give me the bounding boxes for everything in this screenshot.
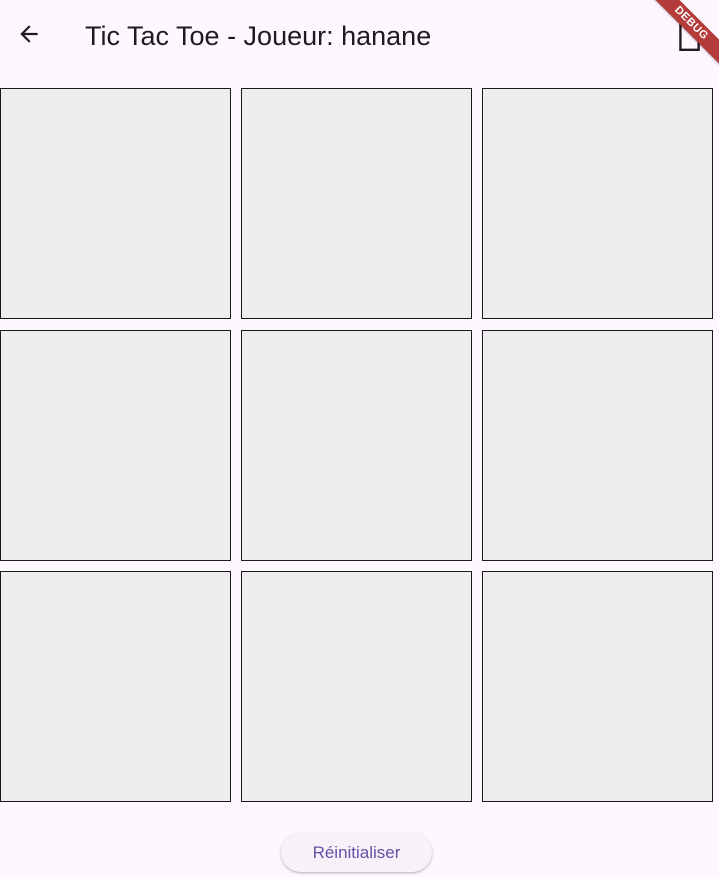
board-cell-4[interactable]: [0, 330, 231, 561]
board-cell-9[interactable]: [482, 571, 713, 802]
back-button[interactable]: [8, 13, 50, 55]
board-cell-1[interactable]: [0, 88, 231, 319]
board-cell-6[interactable]: [482, 330, 713, 561]
game-board: [0, 88, 719, 803]
reset-button[interactable]: Réinitialiser: [281, 833, 432, 872]
arrow-left-icon: [20, 25, 38, 43]
app-bar: Tic Tac Toe - Joueur: hanane: [0, 0, 719, 76]
board-cell-7[interactable]: [0, 571, 231, 802]
document-icon: [679, 22, 700, 52]
board-cell-5[interactable]: [241, 330, 472, 561]
board-cell-8[interactable]: [241, 571, 472, 802]
board-cell-2[interactable]: [241, 88, 472, 319]
document-button[interactable]: [671, 18, 707, 56]
page-title: Tic Tac Toe - Joueur: hanane: [85, 21, 432, 51]
board-cell-3[interactable]: [482, 88, 713, 319]
